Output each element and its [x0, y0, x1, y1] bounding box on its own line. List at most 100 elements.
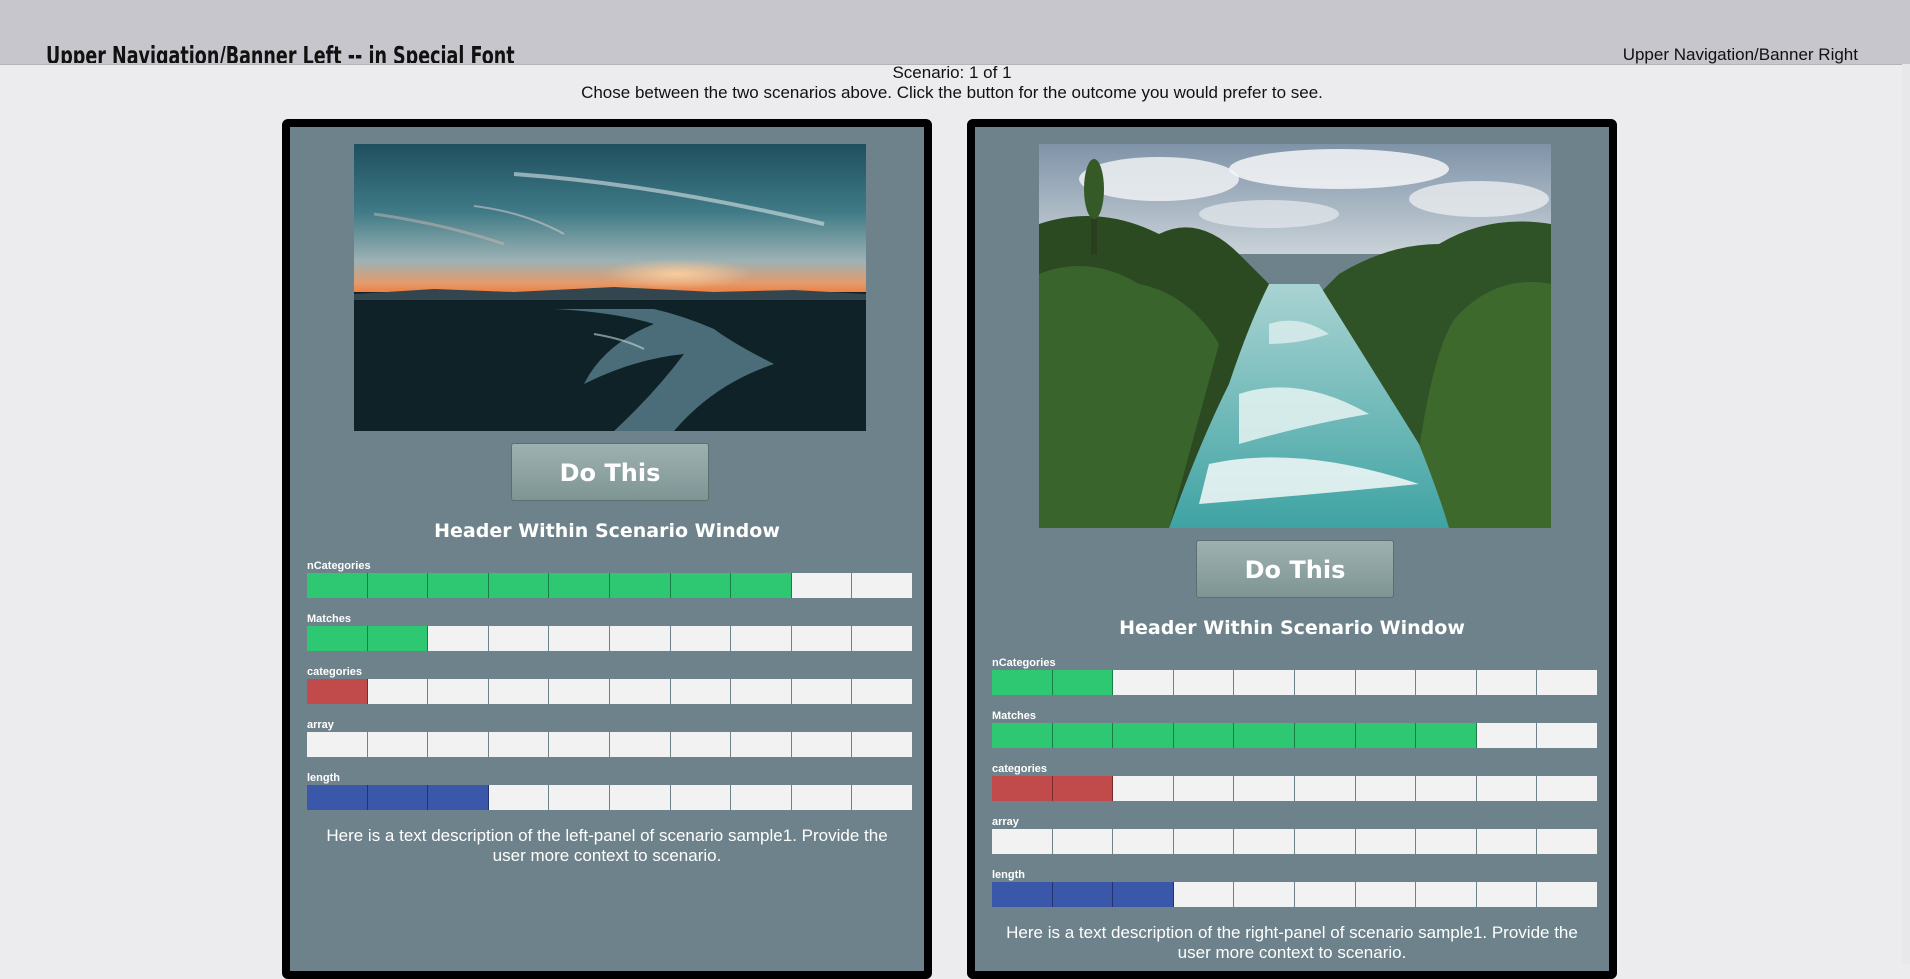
meter-cell-empty: [1173, 882, 1235, 907]
meter-label: Matches: [992, 710, 1037, 722]
page-scrollbar[interactable]: [1902, 64, 1910, 964]
meters-right: nCategories Matches categories array length: [992, 657, 1597, 922]
meters-left: nCategories Matches categories array length: [307, 560, 912, 825]
meter-cell-empty: [428, 626, 489, 651]
meter-cell-filled: [731, 573, 792, 598]
meter-cell-empty: [1052, 829, 1114, 854]
meter-cell-filled: [1355, 723, 1417, 748]
meter-cell-empty: [1476, 829, 1538, 854]
meter-cell-filled: [367, 573, 429, 598]
meter-cells: [992, 723, 1597, 748]
meter-cell-filled: [367, 626, 429, 651]
meter-cell-empty: [1355, 776, 1417, 801]
meter-cell-empty: [1537, 829, 1597, 854]
meter-label: categories: [307, 666, 363, 678]
meter-cell-empty: [1234, 829, 1295, 854]
meter-length: length: [307, 772, 912, 825]
meter-cell-empty: [1173, 829, 1235, 854]
meter-cell-empty: [1476, 723, 1538, 748]
meter-cell-filled: [1052, 670, 1114, 695]
meter-cell-filled: [992, 776, 1053, 801]
meter-cell-empty: [1173, 670, 1235, 695]
meter-cell-empty: [1537, 723, 1597, 748]
meter-cell-filled: [428, 573, 489, 598]
meter-cell-filled: [1113, 723, 1174, 748]
meter-cell-empty: [1476, 882, 1538, 907]
banner-left-title: Upper Navigation/Banner Left -- in Speci…: [46, 41, 515, 63]
meter-cell-empty: [791, 679, 853, 704]
meter-matches: Matches: [992, 710, 1597, 763]
banner-right-title: Upper Navigation/Banner Right: [1622, 45, 1858, 64]
meter-cell-empty: [731, 626, 792, 651]
meter-array: array: [307, 719, 912, 772]
meter-cell-empty: [852, 785, 912, 810]
meter-cells: [992, 829, 1597, 854]
meter-cell-empty: [1416, 776, 1477, 801]
meter-cells: [307, 785, 912, 810]
meter-cell-filled: [1234, 723, 1295, 748]
do-this-button-left[interactable]: Do This: [511, 443, 709, 501]
meter-cell-empty: [731, 679, 792, 704]
scenario-description-right: Here is a text description of the right-…: [1006, 923, 1578, 962]
meter-cell-filled: [992, 670, 1053, 695]
meter-cell-filled: [1113, 882, 1174, 907]
meter-cell-filled: [1294, 723, 1356, 748]
do-this-button-right[interactable]: Do This: [1196, 540, 1394, 598]
meter-cell-empty: [670, 679, 732, 704]
meter-cell-empty: [1113, 829, 1174, 854]
meter-cell-empty: [731, 785, 792, 810]
meter-ncategories: nCategories: [992, 657, 1597, 710]
meter-cell-empty: [791, 573, 853, 598]
meter-cell-empty: [852, 573, 912, 598]
scenario-header-left: Header Within Scenario Window: [434, 520, 780, 542]
meter-cell-empty: [791, 785, 853, 810]
meter-label: nCategories: [307, 560, 371, 572]
meter-cell-empty: [609, 732, 671, 757]
meter-cell-filled: [670, 573, 732, 598]
meter-categories: categories: [992, 763, 1597, 816]
meter-cell-empty: [488, 785, 550, 810]
meter-cell-filled: [307, 679, 368, 704]
meter-cell-filled: [992, 882, 1053, 907]
meter-cell-empty: [609, 785, 671, 810]
meter-cell-empty: [428, 732, 489, 757]
meter-cell-empty: [1173, 776, 1235, 801]
meter-array: array: [992, 816, 1597, 869]
scenario-description-left: Here is a text description of the left-p…: [326, 826, 888, 865]
river-rapids-photo: [1039, 144, 1551, 528]
meter-cell-empty: [1294, 829, 1356, 854]
scenario-counter: Scenario: 1 of 1: [892, 63, 1012, 82]
scenario-instructions: Chose between the two scenarios above. C…: [581, 83, 1323, 102]
meter-cells: [992, 776, 1597, 801]
meter-cells: [307, 626, 912, 651]
meter-label: length: [992, 869, 1025, 881]
meter-cell-empty: [1355, 829, 1417, 854]
meter-cell-empty: [852, 626, 912, 651]
meter-label: categories: [992, 763, 1048, 775]
meter-cell-empty: [670, 626, 732, 651]
meter-cell-filled: [609, 573, 671, 598]
meter-cell-empty: [992, 829, 1053, 854]
scenario-header-right: Header Within Scenario Window: [1119, 617, 1465, 639]
meter-cell-empty: [549, 732, 610, 757]
meter-cell-empty: [488, 679, 550, 704]
meter-cell-empty: [1416, 670, 1477, 695]
meter-cell-empty: [1294, 776, 1356, 801]
meter-cell-filled: [367, 785, 429, 810]
meter-cell-filled: [1052, 776, 1114, 801]
meter-matches: Matches: [307, 613, 912, 666]
meter-cell-filled: [992, 723, 1053, 748]
meter-cell-empty: [1234, 882, 1295, 907]
meter-label: length: [307, 772, 340, 784]
scenario-info: Scenario: 1 of 1 Chose between the two s…: [0, 63, 1904, 103]
meter-ncategories: nCategories: [307, 560, 912, 613]
meter-cell-empty: [1234, 776, 1295, 801]
meter-cell-empty: [367, 679, 429, 704]
meter-cell-empty: [852, 732, 912, 757]
meter-cell-empty: [367, 732, 429, 757]
meter-cell-empty: [731, 732, 792, 757]
meter-cells: [307, 679, 912, 704]
meter-cell-empty: [1537, 776, 1597, 801]
meter-cells: [992, 670, 1597, 695]
meter-cell-empty: [1416, 829, 1477, 854]
